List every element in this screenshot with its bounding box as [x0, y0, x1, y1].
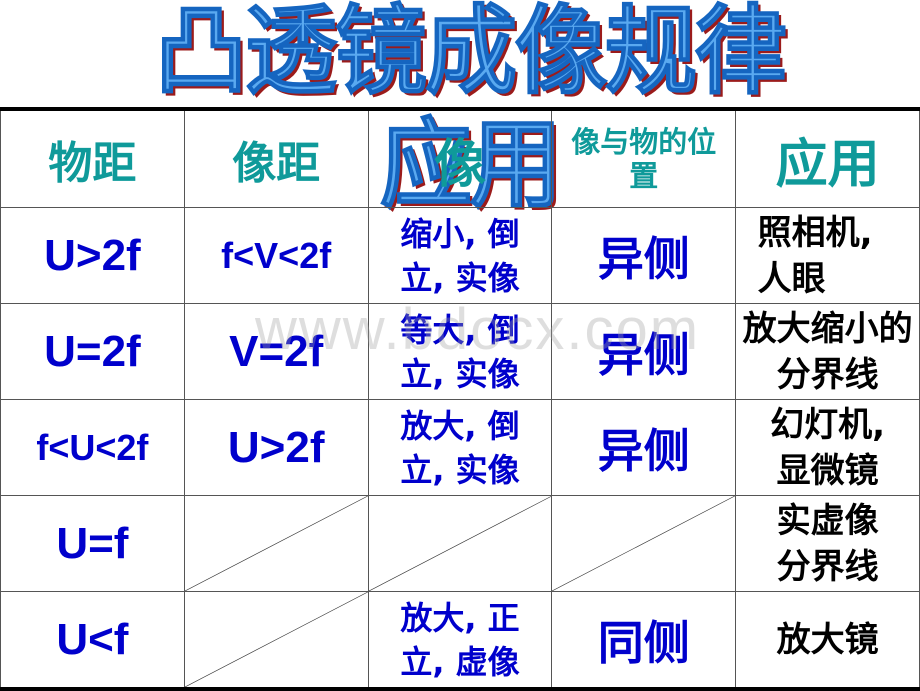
object-distance-cell: U=f — [0, 495, 185, 592]
table-row: U<f 放大, 正立, 虚像 同侧 放大镜 — [0, 591, 920, 690]
image-cell-text: 放大, 倒立, 实像 — [400, 406, 520, 489]
header-image: 像 — [367, 108, 553, 208]
empty-slashed-cell — [183, 591, 369, 690]
diagonal-slash — [185, 496, 368, 591]
object-distance-cell: f<U<2f — [0, 399, 185, 496]
header-object-distance: 物距 — [0, 108, 185, 208]
application-cell: 实虚像分界线 — [735, 495, 920, 592]
application-cell-text: 幻灯机, 显微镜 — [770, 404, 886, 491]
application-cell: 幻灯机, 显微镜 — [735, 399, 920, 496]
header-position-text: 像与物的位置 — [571, 125, 717, 193]
object-distance-cell: U>2f — [0, 207, 185, 304]
table-row: f<U<2f U>2f 放大, 倒立, 实像 异侧 幻灯机, 显微镜 — [0, 399, 920, 496]
image-cell: 放大, 正立, 虚像 — [367, 591, 553, 690]
image-distance-cell: U>2f — [183, 399, 369, 496]
table-row: U=2f V=2f 等大, 倒立, 实像 异侧 放大缩小的分界线 — [0, 303, 920, 400]
application-cell-text: 实虚像分界线 — [776, 500, 879, 587]
empty-slashed-cell — [367, 495, 553, 592]
application-cell: 放大镜 — [735, 591, 920, 690]
diagonal-slash — [369, 496, 552, 591]
diagonal-slash — [552, 496, 735, 591]
object-distance-cell: U=2f — [0, 303, 185, 400]
image-distance-cell: V=2f — [183, 303, 369, 400]
table-row: U>2f f<V<2f 缩小, 倒立, 实像 异侧 照相机, 人眼 — [0, 207, 920, 304]
table-header-row: 物距 像距 像 像与物的位置 应用 — [0, 108, 920, 208]
position-cell: 异侧 — [551, 399, 737, 496]
application-cell-text: 放大缩小的分界线 — [742, 308, 913, 395]
image-cell-text: 缩小, 倒立, 实像 — [400, 214, 520, 297]
page-title: 凸透镜成像规律应用 — [154, 0, 788, 222]
application-cell: 照相机, 人眼 — [735, 207, 920, 304]
application-cell-text: 照相机, 人眼 — [757, 212, 873, 299]
image-distance-cell: f<V<2f — [183, 207, 369, 304]
header-application: 应用 — [735, 108, 920, 208]
image-cell: 缩小, 倒立, 实像 — [367, 207, 553, 304]
header-image-distance: 像距 — [183, 108, 369, 208]
empty-slashed-cell — [183, 495, 369, 592]
lens-imaging-table: 物距 像距 像 像与物的位置 应用 U>2f f<V<2f 缩小, 倒立, 实像… — [0, 107, 920, 691]
image-cell-text: 放大, 正立, 虚像 — [400, 598, 520, 681]
object-distance-cell: U<f — [0, 591, 185, 690]
position-cell: 同侧 — [551, 591, 737, 690]
image-cell: 等大, 倒立, 实像 — [367, 303, 553, 400]
image-cell: 放大, 倒立, 实像 — [367, 399, 553, 496]
header-position: 像与物的位置 — [551, 108, 737, 208]
position-cell: 异侧 — [551, 207, 737, 304]
position-cell: 异侧 — [551, 303, 737, 400]
application-cell: 放大缩小的分界线 — [735, 303, 920, 400]
image-cell-text: 等大, 倒立, 实像 — [400, 310, 520, 393]
table-row: U=f 实虚像分界线 — [0, 495, 920, 592]
empty-slashed-cell — [551, 495, 737, 592]
diagonal-slash — [185, 592, 368, 687]
